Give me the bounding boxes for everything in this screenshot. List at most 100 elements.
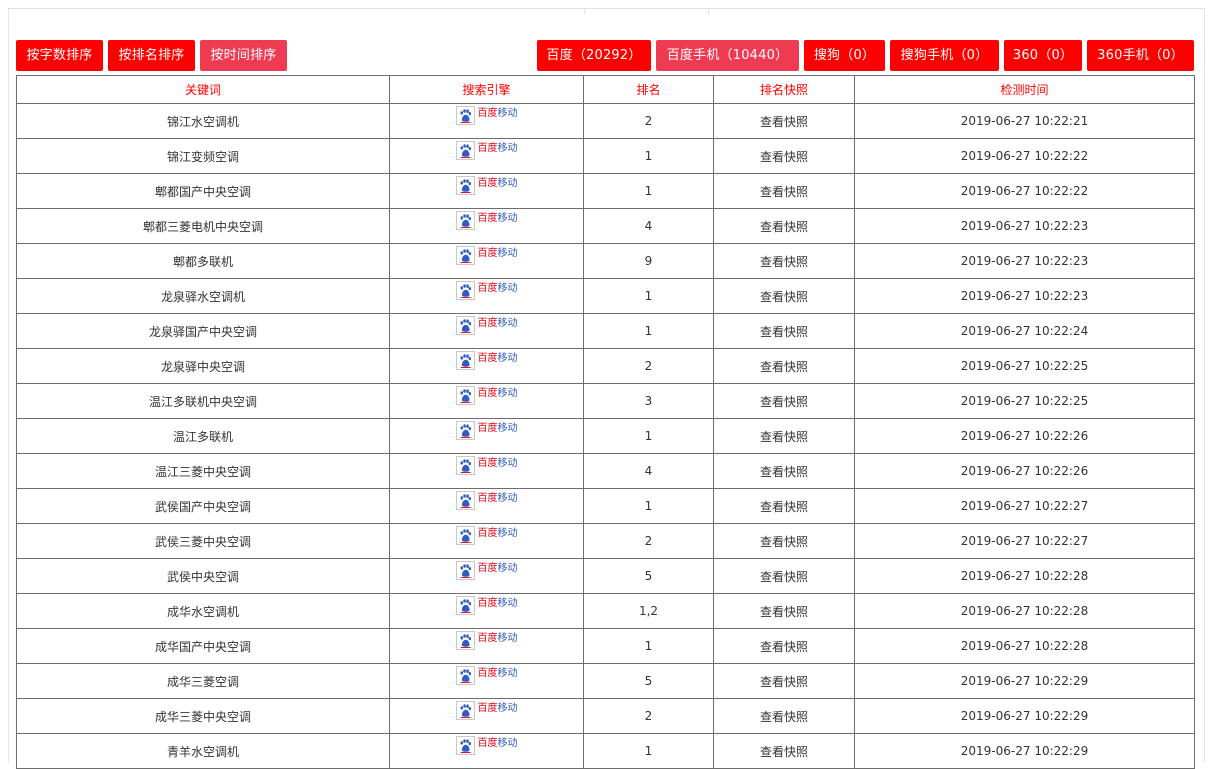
snapshot-link[interactable]: 查看快照 <box>713 208 855 244</box>
tab-sogou[interactable]: 搜狗（0） <box>804 40 885 71</box>
check-time-cell: 2019-06-27 10:22:26 <box>854 453 1195 489</box>
table-row: 成华三菱中央空调 百度移动 2 查看快照 2019-06-27 10:22:29 <box>16 698 1195 734</box>
rank-cell: 2 <box>583 103 714 139</box>
snapshot-link[interactable]: 查看快照 <box>713 173 855 209</box>
keyword-cell: 温江多联机中央空调 <box>16 383 390 419</box>
engine-label: 百度移动 <box>477 703 518 714</box>
snapshot-link[interactable]: 查看快照 <box>713 453 855 489</box>
keyword-cell: 成华国产中央空调 <box>16 628 390 664</box>
snapshot-link[interactable]: 查看快照 <box>713 313 855 349</box>
table-row: 龙泉驿国产中央空调 百度移动 1 查看快照 2019-06-27 10:22:2… <box>16 313 1195 349</box>
snapshot-link[interactable]: 查看快照 <box>713 628 855 664</box>
rank-cell: 2 <box>583 348 714 384</box>
engine-badge: 百度移动 <box>455 316 518 335</box>
keyword-cell: 武侯国产中央空调 <box>16 488 390 524</box>
engine-badge: 百度移动 <box>455 526 518 545</box>
search-engine-cell: 百度移动 <box>389 523 584 559</box>
rank-cell: 1 <box>583 418 714 454</box>
snapshot-link[interactable]: 查看快照 <box>713 103 855 139</box>
snapshot-link[interactable]: 查看快照 <box>713 733 855 769</box>
table-row: 武侯三菱中央空调 百度移动 2 查看快照 2019-06-27 10:22:27 <box>16 523 1195 559</box>
engine-label: 百度移动 <box>477 318 518 329</box>
snapshot-link[interactable]: 查看快照 <box>713 383 855 419</box>
check-time-cell: 2019-06-27 10:22:26 <box>854 418 1195 454</box>
engine-label: 百度移动 <box>477 528 518 539</box>
rank-cell: 1 <box>583 488 714 524</box>
engine-badge: 百度移动 <box>455 561 518 580</box>
rank-cell: 1 <box>583 278 714 314</box>
snapshot-link[interactable]: 查看快照 <box>713 663 855 699</box>
search-engine-cell: 百度移动 <box>389 453 584 489</box>
header-search-engine[interactable]: 搜索引擎 <box>389 75 584 104</box>
frame-right-border <box>1204 8 1205 763</box>
baidu-paw-icon <box>455 176 475 195</box>
engine-label: 百度移动 <box>477 423 518 434</box>
snapshot-link[interactable]: 查看快照 <box>713 348 855 384</box>
header-snapshot[interactable]: 排名快照 <box>713 75 855 104</box>
tab-baidu[interactable]: 百度（20292） <box>537 40 651 71</box>
snapshot-link[interactable]: 查看快照 <box>713 523 855 559</box>
sort-by-time-button[interactable]: 按时间排序 <box>200 40 287 71</box>
header-rank[interactable]: 排名 <box>583 75 714 104</box>
keyword-cell: 郫都三菱电机中央空调 <box>16 208 390 244</box>
snapshot-link[interactable]: 查看快照 <box>713 138 855 174</box>
baidu-paw-icon <box>455 596 475 615</box>
table-row: 成华水空调机 百度移动 1,2 查看快照 2019-06-27 10:22:28 <box>16 593 1195 629</box>
engine-label: 百度移动 <box>477 668 518 679</box>
sort-by-length-button[interactable]: 按字数排序 <box>16 40 103 71</box>
snapshot-link[interactable]: 查看快照 <box>713 278 855 314</box>
snapshot-link[interactable]: 查看快照 <box>713 698 855 734</box>
frame-divider <box>584 8 585 14</box>
check-time-cell: 2019-06-27 10:22:28 <box>854 628 1195 664</box>
search-engine-cell: 百度移动 <box>389 138 584 174</box>
keyword-cell: 青羊水空调机 <box>16 733 390 769</box>
table-row: 武侯国产中央空调 百度移动 1 查看快照 2019-06-27 10:22:27 <box>16 488 1195 524</box>
keyword-cell: 龙泉驿水空调机 <box>16 278 390 314</box>
check-time-cell: 2019-06-27 10:22:25 <box>854 348 1195 384</box>
keyword-cell: 温江多联机 <box>16 418 390 454</box>
table-row: 武侯中央空调 百度移动 5 查看快照 2019-06-27 10:22:28 <box>16 558 1195 594</box>
baidu-paw-icon <box>455 561 475 580</box>
keyword-cell: 成华水空调机 <box>16 593 390 629</box>
table-body: 锦江水空调机 百度移动 2 查看快照 2019-06-27 10:22:21 锦… <box>16 103 1195 769</box>
frame-left-border <box>8 8 9 763</box>
rank-cell: 4 <box>583 453 714 489</box>
rank-cell: 1 <box>583 733 714 769</box>
engine-label: 百度移动 <box>477 108 518 119</box>
keyword-cell: 温江三菱中央空调 <box>16 453 390 489</box>
tab-360-mobile[interactable]: 360手机（0） <box>1087 40 1194 71</box>
snapshot-link[interactable]: 查看快照 <box>713 593 855 629</box>
rank-cell: 5 <box>583 558 714 594</box>
baidu-paw-icon <box>455 351 475 370</box>
header-check-time[interactable]: 检测时间 <box>854 75 1195 104</box>
engine-badge: 百度移动 <box>455 246 518 265</box>
check-time-cell: 2019-06-27 10:22:23 <box>854 278 1195 314</box>
table-header-row: 关键词 搜索引擎 排名 排名快照 检测时间 <box>16 75 1195 104</box>
rank-cell: 1 <box>583 313 714 349</box>
engine-badge: 百度移动 <box>455 421 518 440</box>
engine-label: 百度移动 <box>477 143 518 154</box>
engine-badge: 百度移动 <box>455 351 518 370</box>
engine-label: 百度移动 <box>477 353 518 364</box>
tab-360[interactable]: 360（0） <box>1004 40 1082 71</box>
search-engine-cell: 百度移动 <box>389 418 584 454</box>
baidu-paw-icon <box>455 736 475 755</box>
rank-cell: 1 <box>583 173 714 209</box>
keyword-cell: 锦江变频空调 <box>16 138 390 174</box>
search-engine-cell: 百度移动 <box>389 733 584 769</box>
snapshot-link[interactable]: 查看快照 <box>713 418 855 454</box>
sort-by-rank-button[interactable]: 按排名排序 <box>108 40 195 71</box>
check-time-cell: 2019-06-27 10:22:28 <box>854 558 1195 594</box>
engine-label: 百度移动 <box>477 388 518 399</box>
header-keyword[interactable]: 关键词 <box>16 75 390 104</box>
snapshot-link[interactable]: 查看快照 <box>713 243 855 279</box>
engine-label: 百度移动 <box>477 248 518 259</box>
snapshot-link[interactable]: 查看快照 <box>713 488 855 524</box>
rank-cell: 2 <box>583 523 714 559</box>
snapshot-link[interactable]: 查看快照 <box>713 558 855 594</box>
tab-baidu-mobile[interactable]: 百度手机（10440） <box>656 40 799 71</box>
keyword-cell: 郫都国产中央空调 <box>16 173 390 209</box>
check-time-cell: 2019-06-27 10:22:27 <box>854 523 1195 559</box>
table-row: 成华国产中央空调 百度移动 1 查看快照 2019-06-27 10:22:28 <box>16 628 1195 664</box>
tab-sogou-mobile[interactable]: 搜狗手机（0） <box>890 40 999 71</box>
